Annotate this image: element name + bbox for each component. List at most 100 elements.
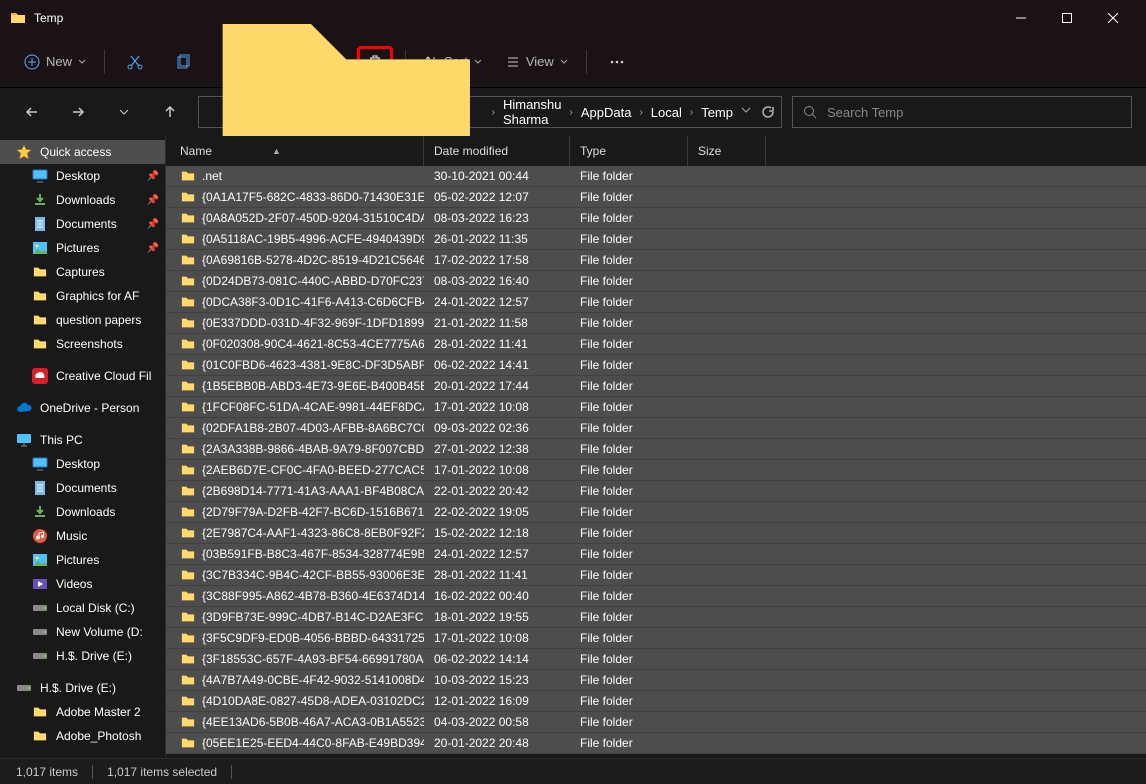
table-row[interactable]: {1B5EBB0B-ABD3-4E73-9E6E-B400B45B1... 20… [166, 376, 1146, 397]
disk-icon [32, 600, 48, 616]
folder-icon [180, 274, 196, 288]
table-row[interactable]: {03B591FB-B8C3-467F-8534-328774E9BD... 2… [166, 544, 1146, 565]
status-bar: 1,017 items 1,017 items selected [0, 758, 1146, 784]
sort-indicator-icon: ▲ [272, 146, 281, 156]
table-row[interactable]: .net 30-10-2021 00:44 File folder [166, 166, 1146, 187]
breadcrumb[interactable]: AppData [577, 103, 636, 122]
sidebar-item-pictures[interactable]: Pictures [0, 548, 165, 572]
table-row[interactable]: {0F020308-90C4-4621-8C53-4CE7775A6A... 2… [166, 334, 1146, 355]
sidebar-item-desktop[interactable]: Desktop [0, 452, 165, 476]
sidebar-hs-drive[interactable]: H.$. Drive (E:) [0, 676, 165, 700]
separator [231, 765, 232, 779]
music-icon [32, 528, 48, 544]
back-button[interactable] [14, 94, 50, 130]
file-list[interactable]: .net 30-10-2021 00:44 File folder {0A1A1… [166, 166, 1146, 758]
sidebar-item[interactable]: Captures [0, 260, 165, 284]
table-row[interactable]: {4D10DA8E-0827-45D8-ADEA-03102DC2... 12-… [166, 691, 1146, 712]
table-row[interactable]: {0A5118AC-19B5-4996-ACFE-4940439D9... 26… [166, 229, 1146, 250]
table-row[interactable]: {02DFA1B8-2B07-4D03-AFBB-8A6BC7C0... 09-… [166, 418, 1146, 439]
table-row[interactable]: {3F18553C-657F-4A93-BF54-66991780AE6... … [166, 649, 1146, 670]
sidebar-item[interactable]: Adobe_Photosh [0, 724, 165, 748]
table-row[interactable]: {01C0FBD6-4623-4381-9E8C-DF3D5ABF8... 06… [166, 355, 1146, 376]
chevron-down-icon [560, 58, 568, 66]
col-size[interactable]: Size [688, 136, 766, 166]
new-button[interactable]: New [18, 46, 92, 78]
list-icon [506, 55, 520, 69]
table-row[interactable]: {0A1A17F5-682C-4833-86D0-71430E31EF... 0… [166, 187, 1146, 208]
breadcrumb[interactable]: Himanshu Sharma [499, 95, 566, 129]
sidebar-this-pc[interactable]: This PC [0, 428, 165, 452]
table-row[interactable]: {3C88F995-A862-4B78-B360-4E6374D143... 1… [166, 586, 1146, 607]
sidebar-quick-access[interactable]: Quick access [0, 140, 165, 164]
sidebar-item-local-disk--c--[interactable]: Local Disk (C:) [0, 596, 165, 620]
chevron-down-icon[interactable] [741, 105, 751, 115]
folder-icon [180, 736, 196, 750]
sidebar-item-h----drive--e--[interactable]: H.$. Drive (E:) [0, 644, 165, 668]
col-type[interactable]: Type [570, 136, 688, 166]
table-row[interactable]: {4EE13AD6-5B0B-46A7-ACA3-0B1A55237... 04… [166, 712, 1146, 733]
folder-icon [180, 253, 196, 267]
recent-button[interactable] [106, 94, 142, 130]
copy-button[interactable] [165, 46, 201, 78]
view-button[interactable]: View [500, 46, 574, 78]
table-row[interactable]: {3D9FB73E-999C-4DB7-B14C-D2AE3FC7A... 18… [166, 607, 1146, 628]
folder-icon [32, 289, 48, 303]
table-row[interactable]: {0D24DB73-081C-440C-ABBD-D70FC2371... 08… [166, 271, 1146, 292]
breadcrumb[interactable]: Temp [697, 103, 737, 122]
address-bar[interactable]: › Himanshu Sharma › AppData › Local › Te… [198, 96, 782, 128]
sidebar-item-downloads[interactable]: Downloads [0, 500, 165, 524]
sidebar: Quick access Desktop 📌 Downloads 📌 Docum… [0, 136, 166, 758]
table-row[interactable]: {2B698D14-7771-41A3-AAA1-BF4B08CA0... 22… [166, 481, 1146, 502]
sidebar-item-desktop[interactable]: Desktop 📌 [0, 164, 165, 188]
pin-icon: 📌 [147, 219, 159, 230]
sidebar-onedrive[interactable]: OneDrive - Person [0, 396, 165, 420]
table-row[interactable]: {3C7B334C-9B4C-42CF-BB55-93006E3E9... 28… [166, 565, 1146, 586]
sidebar-item-pictures[interactable]: Pictures 📌 [0, 236, 165, 260]
copy-icon [174, 53, 192, 71]
sidebar-item[interactable]: Adobe Master 2 [0, 700, 165, 724]
col-date[interactable]: Date modified [424, 136, 570, 166]
search-box[interactable]: Search Temp [792, 96, 1132, 128]
more-button[interactable] [599, 46, 635, 78]
up-button[interactable] [152, 94, 188, 130]
monitor-icon [16, 432, 32, 448]
table-row[interactable]: {2D79F79A-D2FB-42F7-BC6D-1516B6710... 22… [166, 502, 1146, 523]
document-icon [32, 480, 48, 496]
maximize-button[interactable] [1044, 0, 1090, 36]
sidebar-item-music[interactable]: Music [0, 524, 165, 548]
sidebar-item-documents[interactable]: Documents [0, 476, 165, 500]
minimize-button[interactable] [998, 0, 1044, 36]
folder-icon [180, 379, 196, 393]
sidebar-item-downloads[interactable]: Downloads 📌 [0, 188, 165, 212]
table-row[interactable]: {4A7B7A49-0CBE-4F42-9032-5141008D4D... 1… [166, 670, 1146, 691]
table-row[interactable]: {0DCA38F3-0D1C-41F6-A413-C6D6CFB4... 24-… [166, 292, 1146, 313]
table-row[interactable]: {0A69816B-5278-4D2C-8519-4D21C5646B... 1… [166, 250, 1146, 271]
sidebar-item-documents[interactable]: Documents 📌 [0, 212, 165, 236]
folder-icon [180, 694, 196, 708]
forward-button[interactable] [60, 94, 96, 130]
folder-icon [180, 316, 196, 330]
sidebar-item-videos[interactable]: Videos [0, 572, 165, 596]
table-row[interactable]: {05EE1E25-EED4-44C0-8FAB-E49BD39420... 2… [166, 733, 1146, 754]
sidebar-item[interactable]: Graphics for AF [0, 284, 165, 308]
table-row[interactable]: {0A8A052D-2F07-450D-9204-31510C4DA... 08… [166, 208, 1146, 229]
close-button[interactable] [1090, 0, 1136, 36]
table-row[interactable]: {1FCF08FC-51DA-4CAE-9981-44EF8DCA5... 17… [166, 397, 1146, 418]
sidebar-creative-cloud[interactable]: Creative Cloud Fil [0, 364, 165, 388]
window-title: Temp [34, 11, 998, 25]
table-row[interactable]: {0E337DDD-031D-4F32-969F-1DFD18996... 21… [166, 313, 1146, 334]
table-row[interactable]: {2E7987C4-AAF1-4323-86C8-8EB0F92F23... 1… [166, 523, 1146, 544]
table-row[interactable]: {3F5C9DF9-ED0B-4056-BBBD-64331725E5... 1… [166, 628, 1146, 649]
picture-icon [32, 240, 48, 256]
sidebar-item-new-volume--d-[interactable]: New Volume (D: [0, 620, 165, 644]
refresh-icon[interactable] [761, 105, 775, 119]
sidebar-item[interactable]: Screenshots [0, 332, 165, 356]
cut-button[interactable] [117, 46, 153, 78]
table-row[interactable]: {2AEB6D7E-CF0C-4FA0-BEED-277CAC5E3... 17… [166, 460, 1146, 481]
pin-icon: 📌 [147, 195, 159, 206]
col-name[interactable]: Name▲ [166, 136, 424, 166]
sidebar-item[interactable]: question papers [0, 308, 165, 332]
table-row[interactable]: {2A3A338B-9866-4BAB-9A79-8F007CBD8... 27… [166, 439, 1146, 460]
breadcrumb[interactable]: Local [647, 103, 686, 122]
star-icon [16, 144, 32, 160]
